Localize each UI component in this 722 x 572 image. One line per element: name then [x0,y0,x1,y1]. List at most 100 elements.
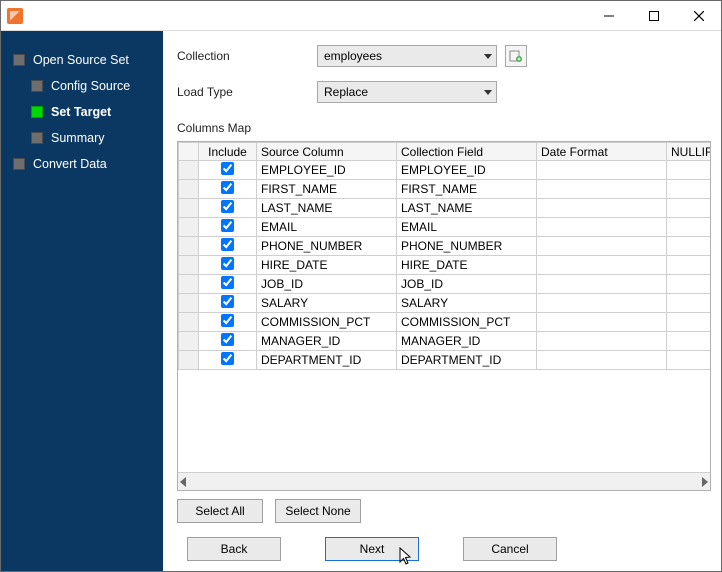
step-marker-icon [13,54,25,66]
cell-source[interactable]: HIRE_DATE [257,256,397,275]
row-header[interactable] [179,218,199,237]
grid-corner [179,143,199,161]
row-header[interactable] [179,275,199,294]
cell-source[interactable]: EMAIL [257,218,397,237]
cell-source[interactable]: FIRST_NAME [257,180,397,199]
loadtype-label: Load Type [177,85,317,99]
cell-source[interactable]: MANAGER_ID [257,332,397,351]
row-header[interactable] [179,332,199,351]
include-checkbox[interactable] [221,352,234,365]
include-checkbox[interactable] [221,181,234,194]
cell-nullif[interactable] [667,275,711,294]
cell-source[interactable]: JOB_ID [257,275,397,294]
wizard-step-config-source[interactable]: Config Source [1,73,163,99]
cell-nullif[interactable] [667,218,711,237]
include-checkbox[interactable] [221,219,234,232]
wizard-step-convert-data[interactable]: Convert Data [1,151,163,177]
row-header[interactable] [179,294,199,313]
cell-source[interactable]: SALARY [257,294,397,313]
cell-date[interactable] [537,180,667,199]
cell-field[interactable]: EMPLOYEE_ID [397,161,537,180]
cell-nullif[interactable] [667,199,711,218]
cell-date[interactable] [537,256,667,275]
cell-field[interactable]: MANAGER_ID [397,332,537,351]
maximize-button[interactable] [631,1,676,31]
step-marker-icon [31,106,43,118]
table-row: COMMISSION_PCTCOMMISSION_PCT [179,313,711,332]
cell-date[interactable] [537,237,667,256]
header-source-column[interactable]: Source Column [257,143,397,161]
select-none-button[interactable]: Select None [275,499,361,523]
cell-include [199,180,257,199]
row-header[interactable] [179,180,199,199]
cell-source[interactable]: EMPLOYEE_ID [257,161,397,180]
cell-date[interactable] [537,351,667,370]
row-header[interactable] [179,199,199,218]
cell-field[interactable]: LAST_NAME [397,199,537,218]
cell-nullif[interactable] [667,313,711,332]
cell-nullif[interactable] [667,256,711,275]
cell-nullif[interactable] [667,237,711,256]
include-checkbox[interactable] [221,238,234,251]
header-nullif[interactable]: NULLIF [667,143,711,161]
header-include[interactable]: Include [199,143,257,161]
scroll-left-icon [180,477,186,487]
cell-include [199,199,257,218]
include-checkbox[interactable] [221,257,234,270]
include-checkbox[interactable] [221,162,234,175]
wizard-step-open-source-set[interactable]: Open Source Set [1,47,163,73]
include-checkbox[interactable] [221,276,234,289]
header-date-format[interactable]: Date Format [537,143,667,161]
cell-field[interactable]: COMMISSION_PCT [397,313,537,332]
select-all-button[interactable]: Select All [177,499,263,523]
cell-nullif[interactable] [667,332,711,351]
include-checkbox[interactable] [221,200,234,213]
wizard-step-summary[interactable]: Summary [1,125,163,151]
row-header[interactable] [179,256,199,275]
next-button[interactable]: Next [325,537,419,561]
wizard-step-set-target[interactable]: Set Target [1,99,163,125]
grid-horizontal-scrollbar[interactable] [178,472,710,490]
cell-date[interactable] [537,294,667,313]
header-collection-field[interactable]: Collection Field [397,143,537,161]
cell-source[interactable]: COMMISSION_PCT [257,313,397,332]
row-header[interactable] [179,351,199,370]
row-header[interactable] [179,237,199,256]
collection-dropdown[interactable]: employees [317,45,497,67]
back-button[interactable]: Back [187,537,281,561]
wizard-step-label: Config Source [51,79,130,93]
table-row: DEPARTMENT_IDDEPARTMENT_ID [179,351,711,370]
include-checkbox[interactable] [221,333,234,346]
loadtype-dropdown[interactable]: Replace [317,81,497,103]
include-checkbox[interactable] [221,314,234,327]
cell-date[interactable] [537,199,667,218]
cell-date[interactable] [537,218,667,237]
cell-nullif[interactable] [667,180,711,199]
cell-include [199,313,257,332]
cell-field[interactable]: DEPARTMENT_ID [397,351,537,370]
minimize-button[interactable] [586,1,631,31]
add-collection-button[interactable] [505,45,527,67]
cell-date[interactable] [537,332,667,351]
cell-nullif[interactable] [667,294,711,313]
row-header[interactable] [179,161,199,180]
cell-field[interactable]: FIRST_NAME [397,180,537,199]
cell-field[interactable]: EMAIL [397,218,537,237]
include-checkbox[interactable] [221,295,234,308]
cell-date[interactable] [537,313,667,332]
row-header[interactable] [179,313,199,332]
cell-nullif[interactable] [667,161,711,180]
cell-nullif[interactable] [667,351,711,370]
cancel-button[interactable]: Cancel [463,537,557,561]
cell-field[interactable]: JOB_ID [397,275,537,294]
cell-date[interactable] [537,275,667,294]
cell-field[interactable]: HIRE_DATE [397,256,537,275]
cell-source[interactable]: LAST_NAME [257,199,397,218]
cell-field[interactable]: PHONE_NUMBER [397,237,537,256]
loadtype-dropdown-value: Replace [324,85,368,99]
cell-field[interactable]: SALARY [397,294,537,313]
cell-date[interactable] [537,161,667,180]
cell-source[interactable]: PHONE_NUMBER [257,237,397,256]
cell-source[interactable]: DEPARTMENT_ID [257,351,397,370]
close-button[interactable] [676,1,721,31]
